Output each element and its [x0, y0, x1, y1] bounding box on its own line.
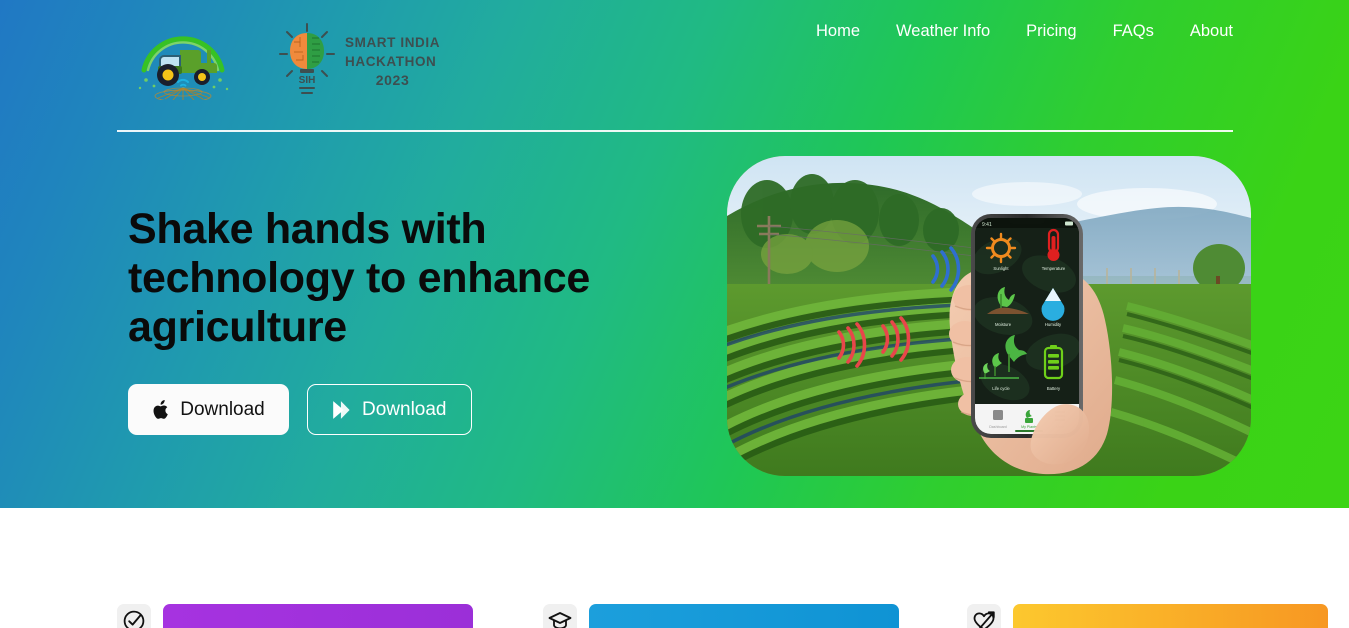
- agri-tractor-logo[interactable]: [128, 22, 238, 100]
- hero-content: Shake hands with technology to enhance a…: [128, 205, 688, 435]
- download-google-play-button[interactable]: Download: [307, 384, 472, 435]
- feature-bar-2: [589, 604, 899, 628]
- header-divider: [117, 130, 1233, 132]
- landing-page: SIH SMART INDIA HACKATHON 2023 Home Weat…: [0, 0, 1349, 628]
- sih-logo[interactable]: SIH SMART INDIA HACKATHON 2023: [278, 20, 440, 102]
- nav-item-about[interactable]: About: [1190, 22, 1233, 41]
- svg-text:Life cycle: Life cycle: [992, 386, 1010, 391]
- apple-icon: [153, 399, 169, 419]
- svg-text:Temperature: Temperature: [1042, 266, 1066, 271]
- sih-logo-text: SMART INDIA HACKATHON 2023: [345, 33, 440, 90]
- svg-text:Humidity: Humidity: [1045, 322, 1062, 327]
- heart-arrow-icon: [967, 604, 1001, 628]
- svg-text:Moisture: Moisture: [995, 322, 1012, 327]
- features-section: [0, 508, 1349, 628]
- download-apple-button[interactable]: Download: [128, 384, 289, 435]
- nav-item-faqs[interactable]: FAQs: [1113, 22, 1154, 41]
- graduation-cap-icon: [543, 604, 577, 628]
- site-header: SIH SMART INDIA HACKATHON 2023 Home Weat…: [0, 0, 1349, 132]
- svg-text:Sunlight: Sunlight: [993, 266, 1009, 271]
- nav-item-pricing[interactable]: Pricing: [1026, 22, 1076, 41]
- download-google-play-label: Download: [362, 398, 447, 420]
- sih-brain-bulb-icon: SIH: [279, 23, 335, 94]
- feature-card-3[interactable]: [967, 604, 1328, 628]
- logo-group: SIH SMART INDIA HACKATHON 2023: [128, 20, 440, 102]
- svg-text:Battery: Battery: [1047, 386, 1061, 391]
- hero-image: 9:41 Sunlight Temperature Moisture Humid…: [727, 156, 1251, 476]
- feature-card-2[interactable]: [543, 604, 899, 628]
- sih-line-1: SMART INDIA: [345, 34, 441, 50]
- nav-item-weather-info[interactable]: Weather Info: [896, 22, 990, 41]
- nav-item-home[interactable]: Home: [816, 22, 860, 41]
- sih-line-2: HACKATHON: [345, 53, 437, 69]
- feature-card-row: [0, 604, 1349, 628]
- svg-text:Dashboard: Dashboard: [989, 425, 1007, 429]
- svg-text:SIH: SIH: [299, 75, 316, 86]
- check-circle-icon: [117, 604, 151, 628]
- farm-app-illustration: 9:41 Sunlight Temperature Moisture Humid…: [727, 156, 1251, 476]
- hero-title: Shake hands with technology to enhance a…: [128, 205, 590, 351]
- svg-text:9:41: 9:41: [982, 222, 992, 228]
- feature-card-1[interactable]: [117, 604, 473, 628]
- hero-section: SIH SMART INDIA HACKATHON 2023 Home Weat…: [0, 0, 1349, 508]
- main-navigation: Home Weather Info Pricing FAQs About: [816, 22, 1233, 41]
- google-play-icon: [333, 400, 350, 419]
- svg-text:My Plants: My Plants: [1021, 425, 1037, 429]
- sih-year: 2023: [375, 71, 410, 88]
- feature-bar-1: [163, 604, 473, 628]
- download-apple-label: Download: [180, 398, 265, 420]
- feature-bar-3: [1013, 604, 1328, 628]
- hero-download-buttons: Download Download: [128, 384, 688, 435]
